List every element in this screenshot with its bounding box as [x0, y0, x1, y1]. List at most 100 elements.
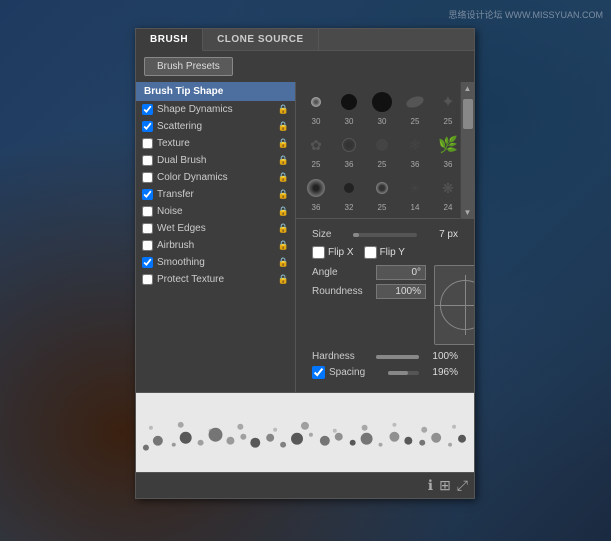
brush-cell[interactable]: 25	[399, 86, 431, 128]
noise-label[interactable]: Noise	[157, 206, 274, 217]
scattering-checkbox[interactable]	[142, 121, 153, 132]
brush-cell[interactable]: 36	[333, 129, 365, 171]
smoothing-label[interactable]: Smoothing	[157, 257, 274, 268]
color-dynamics-checkbox[interactable]	[142, 172, 153, 183]
shape-dynamics-label[interactable]: Shape Dynamics	[157, 104, 274, 115]
brush-grid-scrollbar[interactable]: ▲ ▼	[460, 82, 474, 219]
roundness-label: Roundness	[312, 286, 372, 297]
lock-icon: 🔒	[278, 121, 289, 132]
panel-header: Brush Presets	[136, 51, 474, 82]
hardness-value: 100%	[423, 351, 458, 362]
brush-cell[interactable]: 30	[333, 86, 365, 128]
brush-cell[interactable]: ❄ 36	[399, 129, 431, 171]
scroll-thumb[interactable]	[463, 99, 473, 129]
brush-cell[interactable]: ❋ 24	[432, 172, 460, 214]
brush-panel: BRUSH CLONE SOURCE Brush Presets Brush T…	[135, 28, 475, 499]
lock-icon: 🔒	[278, 189, 289, 200]
dual-brush-label[interactable]: Dual Brush	[157, 155, 274, 166]
crosshair-horizontal	[435, 305, 474, 306]
airbrush-checkbox[interactable]	[142, 240, 153, 251]
flip-y-checkbox[interactable]	[364, 246, 377, 259]
list-item: Scattering 🔒	[136, 118, 295, 135]
controls-area: Size 7 px Flip X Flip Y	[296, 219, 474, 387]
brush-cell[interactable]: 25	[366, 172, 398, 214]
scroll-down-arrow[interactable]: ▼	[462, 206, 474, 219]
scroll-up-arrow[interactable]: ▲	[462, 82, 474, 95]
left-panel: Brush Tip Shape Shape Dynamics 🔒 Scatter…	[136, 82, 296, 392]
roundness-field-row: Roundness	[312, 284, 426, 299]
flip-x-row: Flip X	[312, 246, 354, 259]
wet-edges-checkbox[interactable]	[142, 223, 153, 234]
watermark: 思络设计论坛 WWW.MISSYUAN.COM	[449, 8, 604, 21]
brush-tip-shape-item[interactable]: Brush Tip Shape	[136, 82, 295, 101]
brush-preview-area	[136, 392, 474, 472]
spacing-checkbox[interactable]	[312, 366, 325, 379]
crosshair: ▶	[435, 275, 474, 335]
list-item: Smoothing 🔒	[136, 254, 295, 271]
brush-cell[interactable]: 32	[333, 172, 365, 214]
hardness-row: Hardness 100%	[304, 349, 466, 364]
tab-brush[interactable]: BRUSH	[136, 29, 203, 51]
brush-cell[interactable]: 30	[300, 86, 332, 128]
noise-checkbox[interactable]	[142, 206, 153, 217]
angle-roundness-row: Angle Roundness ▶	[304, 261, 466, 349]
list-item: Shape Dynamics 🔒	[136, 101, 295, 118]
smoothing-checkbox[interactable]	[142, 257, 153, 268]
list-item: Wet Edges 🔒	[136, 220, 295, 237]
crosshair-preview: ▶	[434, 265, 474, 345]
flip-y-row: Flip Y	[364, 246, 405, 259]
roundness-input[interactable]	[376, 284, 426, 299]
color-dynamics-label[interactable]: Color Dynamics	[157, 172, 274, 183]
lock-icon: 🔒	[278, 257, 289, 268]
wet-edges-label[interactable]: Wet Edges	[157, 223, 274, 234]
tab-clone-source[interactable]: CLONE SOURCE	[203, 29, 319, 50]
size-label: Size	[312, 229, 347, 240]
list-item: Noise 🔒	[136, 203, 295, 220]
angle-roundness-fields: Angle Roundness	[312, 265, 426, 299]
crosshair-vertical	[465, 275, 466, 335]
lock-icon: 🔒	[278, 223, 289, 234]
brush-cell[interactable]: ✳ 14	[399, 172, 431, 214]
lock-icon: 🔒	[278, 274, 289, 285]
brush-cell[interactable]: ✿ 25	[300, 129, 332, 171]
preview-svg	[136, 393, 474, 472]
dual-brush-checkbox[interactable]	[142, 155, 153, 166]
flip-y-label: Flip Y	[380, 247, 405, 258]
brush-cell[interactable]: 25	[366, 129, 398, 171]
info-icon[interactable]: ℹ	[428, 477, 433, 494]
protect-texture-label[interactable]: Protect Texture	[157, 274, 274, 285]
transfer-checkbox[interactable]	[142, 189, 153, 200]
texture-label[interactable]: Texture	[157, 138, 274, 149]
list-item: Transfer 🔒	[136, 186, 295, 203]
hardness-slider[interactable]	[376, 355, 419, 359]
spacing-slider[interactable]	[388, 371, 419, 375]
brush-cell[interactable]: ✦ 25	[432, 86, 460, 128]
airbrush-label[interactable]: Airbrush	[157, 240, 274, 251]
scattering-label[interactable]: Scattering	[157, 121, 274, 132]
list-item: Texture 🔒	[136, 135, 295, 152]
transfer-label[interactable]: Transfer	[157, 189, 274, 200]
right-panel: 30 30 30 25 ✦	[296, 82, 474, 392]
brush-cell[interactable]: 🌿 36	[432, 129, 460, 171]
shape-dynamics-checkbox[interactable]	[142, 104, 153, 115]
list-item: Airbrush 🔒	[136, 237, 295, 254]
angle-input[interactable]	[376, 265, 426, 280]
spacing-value: 196%	[423, 367, 458, 378]
spacing-row: Spacing 196%	[304, 364, 466, 381]
brush-presets-button[interactable]: Brush Presets	[144, 57, 233, 76]
angle-field-row: Angle	[312, 265, 426, 280]
texture-checkbox[interactable]	[142, 138, 153, 149]
lock-icon: 🔒	[278, 155, 289, 166]
panel-footer: ℹ ⊞ ⤢	[136, 472, 474, 498]
list-item: Color Dynamics 🔒	[136, 169, 295, 186]
grid-icon[interactable]: ⊞	[439, 477, 451, 494]
lock-icon: 🔒	[278, 240, 289, 251]
expand-icon[interactable]: ⤢	[457, 477, 468, 494]
protect-texture-checkbox[interactable]	[142, 274, 153, 285]
lock-icon: 🔒	[278, 104, 289, 115]
brush-cell[interactable]: 36	[300, 172, 332, 214]
flip-x-checkbox[interactable]	[312, 246, 325, 259]
hardness-label: Hardness	[312, 351, 372, 362]
size-slider[interactable]	[353, 233, 417, 237]
brush-cell[interactable]: 30	[366, 86, 398, 128]
